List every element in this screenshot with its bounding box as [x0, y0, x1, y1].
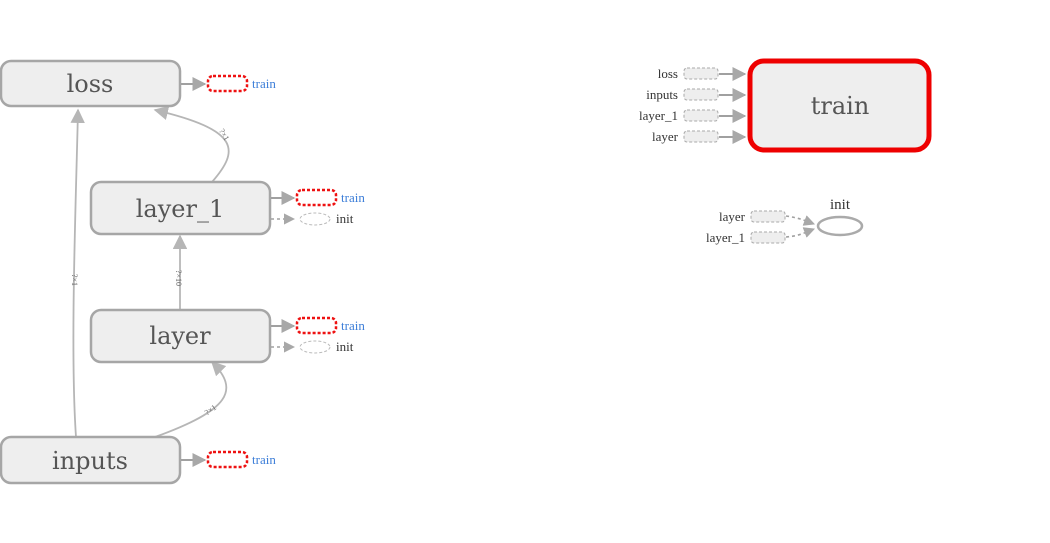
- init-input-layer-label: layer: [719, 209, 746, 224]
- train-input-layer[interactable]: layer: [652, 129, 747, 144]
- init-link-layer-1[interactable]: init: [336, 211, 354, 226]
- init-input-layer[interactable]: layer: [719, 209, 816, 226]
- node-layer-label: layer: [149, 322, 211, 350]
- train-stub-layer[interactable]: [295, 316, 338, 335]
- init-input-layer-edge: [785, 215, 816, 226]
- train-input-loss-bridge[interactable]: [683, 67, 719, 80]
- train-input-inputs[interactable]: inputs: [646, 87, 747, 102]
- node-train-selected[interactable]: train: [747, 58, 932, 153]
- edge-inputs-to-layer: [154, 360, 228, 438]
- train-input-loss[interactable]: loss: [658, 66, 747, 81]
- graph-canvas: ?×1 ?×1 ?×10 ?×1 loss train layer_1 trai…: [0, 58, 932, 485]
- train-input-inputs-bridge[interactable]: [683, 88, 719, 101]
- node-layer-1-label: layer_1: [136, 195, 225, 223]
- train-input-loss-label: loss: [658, 66, 678, 81]
- train-link-loss[interactable]: train: [252, 76, 276, 91]
- node-layer-1[interactable]: layer_1: [89, 180, 272, 236]
- train-group: loss inputs layer_1 layer train: [639, 58, 932, 153]
- node-train-label: train: [811, 92, 870, 120]
- train-link-layer-1[interactable]: train: [341, 190, 365, 205]
- edge-label-inputs-loss: ?×1: [70, 274, 79, 286]
- train-link-inputs[interactable]: train: [252, 452, 276, 467]
- train-input-layer-1-bridge[interactable]: [683, 109, 719, 122]
- init-stub-layer[interactable]: [299, 340, 331, 354]
- init-stub-layer-1[interactable]: [299, 212, 331, 226]
- init-input-layer-1-label: layer_1: [706, 230, 745, 245]
- init-input-layer-1-edge: [785, 227, 816, 238]
- node-init-ellipse[interactable]: [816, 215, 864, 237]
- train-link-layer[interactable]: train: [341, 318, 365, 333]
- train-input-layer-bridge[interactable]: [683, 130, 719, 143]
- train-input-layer-1[interactable]: layer_1: [639, 108, 747, 123]
- main-graph: ?×1 ?×1 ?×10 ?×1 loss train layer_1 trai…: [0, 59, 365, 485]
- train-input-layer-label: layer: [652, 129, 679, 144]
- train-input-layer-1-label: layer_1: [639, 108, 678, 123]
- train-stub-loss[interactable]: [206, 74, 249, 93]
- train-stub-layer-1[interactable]: [295, 188, 338, 207]
- node-inputs[interactable]: inputs: [0, 435, 182, 485]
- init-input-layer-bridge[interactable]: [750, 210, 786, 223]
- node-loss[interactable]: loss: [0, 59, 182, 108]
- node-init-op[interactable]: init: [816, 197, 864, 237]
- train-input-inputs-label: inputs: [646, 87, 678, 102]
- node-loss-label: loss: [67, 70, 114, 98]
- node-layer[interactable]: layer: [89, 308, 272, 364]
- node-init-label: init: [830, 197, 851, 213]
- edge-label-layer-layer1: ?×10: [174, 270, 183, 286]
- init-group: layer layer_1 init: [706, 197, 864, 245]
- edge-label-layer1-loss: ?×1: [217, 127, 231, 142]
- init-input-layer-1[interactable]: layer_1: [706, 227, 816, 245]
- init-link-layer[interactable]: init: [336, 339, 354, 354]
- init-input-layer-1-bridge[interactable]: [750, 231, 786, 244]
- edge-layer1-to-loss: [153, 105, 230, 183]
- node-inputs-label: inputs: [52, 447, 128, 475]
- train-stub-inputs[interactable]: [206, 450, 249, 469]
